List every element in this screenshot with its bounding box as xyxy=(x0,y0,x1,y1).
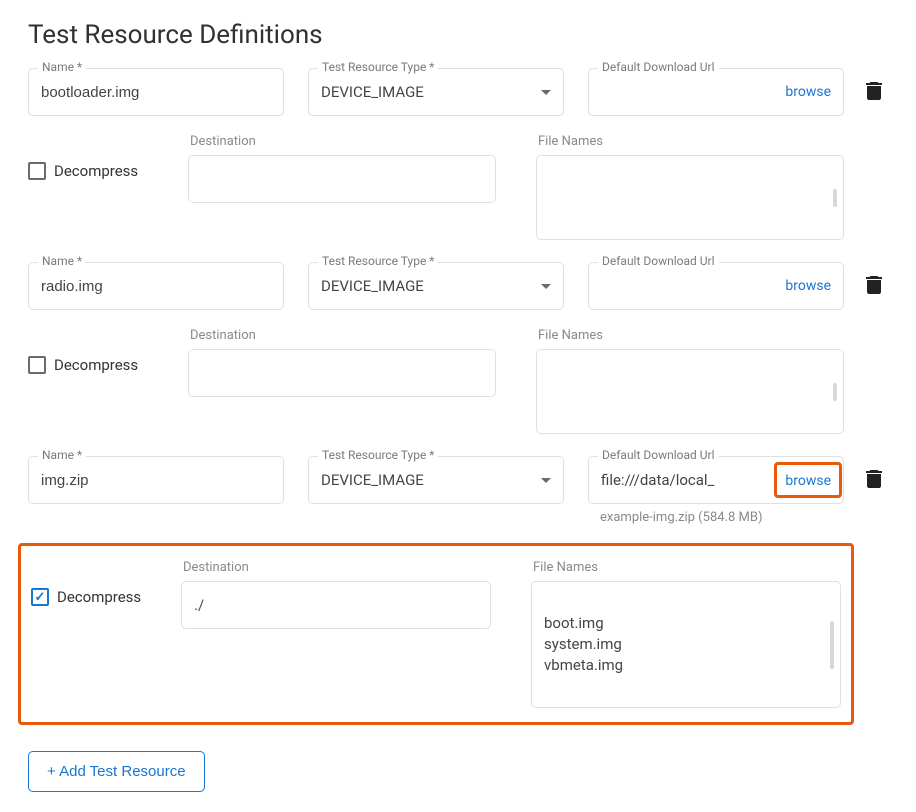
name-field-group: Name * xyxy=(28,68,284,116)
decompress-checkbox[interactable]: ✓ xyxy=(28,356,46,374)
download-url-input-wrap[interactable]: browse xyxy=(588,68,844,116)
download-url-value: file:///data/local_ xyxy=(601,471,785,489)
resource-type-select[interactable]: DEVICE_IMAGE xyxy=(308,456,564,504)
resource-row: Name * Test Resource Type * DEVICE_IMAGE… xyxy=(28,68,888,116)
decompress-checkbox[interactable]: ✓ xyxy=(31,588,49,606)
download-url-field-group: Default Download Url browse xyxy=(588,262,844,310)
resource-sub-row: ✓ Decompress Destination File Names xyxy=(28,134,888,240)
name-label: Name * xyxy=(38,254,86,268)
resource-row: Name * Test Resource Type * DEVICE_IMAGE… xyxy=(28,456,888,525)
filenames-textarea[interactable] xyxy=(536,155,844,240)
resource-row: Name * Test Resource Type * DEVICE_IMAGE… xyxy=(28,262,888,310)
trash-icon[interactable] xyxy=(866,276,882,294)
decompress-label: Decompress xyxy=(57,588,141,606)
filenames-label: File Names xyxy=(536,134,844,149)
destination-input[interactable] xyxy=(188,155,496,203)
browse-link[interactable]: browse xyxy=(785,278,831,294)
delete-column xyxy=(860,456,888,488)
download-url-label: Default Download Url xyxy=(598,254,719,268)
delete-column xyxy=(860,262,888,294)
destination-field: Destination ./ xyxy=(181,560,491,708)
name-input[interactable] xyxy=(41,472,271,489)
browse-highlight: browse xyxy=(774,462,842,498)
destination-input[interactable] xyxy=(188,349,496,397)
sub-fields: Destination File Names xyxy=(188,134,844,240)
sub-fields: Destination File Names xyxy=(188,328,844,434)
resource-type-field-group: Test Resource Type * DEVICE_IMAGE xyxy=(308,456,564,525)
destination-label: Destination xyxy=(188,328,496,343)
destination-field: Destination xyxy=(188,134,496,240)
browse-link[interactable]: browse xyxy=(785,473,831,489)
download-url-field-group: Default Download Url browse xyxy=(588,68,844,116)
decompress-label: Decompress xyxy=(54,162,138,180)
resource-type-value: DEVICE_IMAGE xyxy=(321,83,541,101)
resource-type-label: Test Resource Type * xyxy=(318,254,438,268)
destination-value: ./ xyxy=(194,596,204,614)
destination-field: Destination xyxy=(188,328,496,434)
chevron-down-icon xyxy=(541,284,551,289)
filenames-label: File Names xyxy=(536,328,844,343)
add-test-resource-button[interactable]: + Add Test Resource xyxy=(28,751,205,792)
download-url-label: Default Download Url xyxy=(598,448,719,462)
download-url-input-wrap[interactable]: browse xyxy=(588,262,844,310)
destination-input[interactable]: ./ xyxy=(181,581,491,629)
delete-column xyxy=(860,68,888,100)
resource-type-label: Test Resource Type * xyxy=(318,60,438,74)
name-label: Name * xyxy=(38,448,86,462)
filenames-field: File Names xyxy=(536,134,844,240)
trash-icon[interactable] xyxy=(866,470,882,488)
filenames-value: boot.img system.img vbmeta.img xyxy=(544,614,623,674)
decompress-label: Decompress xyxy=(54,356,138,374)
trash-icon[interactable] xyxy=(866,82,882,100)
name-field-group: Name * xyxy=(28,262,284,310)
chevron-down-icon xyxy=(541,90,551,95)
filenames-textarea[interactable]: boot.img system.img vbmeta.img xyxy=(531,581,841,708)
download-helper-text: example-img.zip (584.8 MB) xyxy=(588,510,844,525)
filenames-label: File Names xyxy=(531,560,841,575)
resource-type-field-group: Test Resource Type * DEVICE_IMAGE xyxy=(308,68,564,116)
filenames-field: File Names boot.img system.img vbmeta.im… xyxy=(531,560,841,708)
browse-link[interactable]: browse xyxy=(785,84,831,100)
resource-fields: Name * Test Resource Type * DEVICE_IMAGE… xyxy=(28,262,844,310)
name-field-group: Name * xyxy=(28,456,284,525)
download-url-field-group: Default Download Url file:///data/local_… xyxy=(588,456,844,525)
resource-sub-row: ✓ Decompress Destination ./ File Names b… xyxy=(31,560,841,708)
page-title: Test Resource Definitions xyxy=(28,20,888,50)
decompress-block: ✓ Decompress xyxy=(28,134,176,180)
decompress-block: ✓ Decompress xyxy=(31,560,169,606)
destination-label: Destination xyxy=(188,134,496,149)
download-url-label: Default Download Url xyxy=(598,60,719,74)
decompress-checkbox[interactable]: ✓ xyxy=(28,162,46,180)
resize-handle-icon[interactable] xyxy=(833,189,837,207)
sub-fields: Destination ./ File Names boot.img syste… xyxy=(181,560,841,708)
resource-type-value: DEVICE_IMAGE xyxy=(321,277,541,295)
chevron-down-icon xyxy=(541,478,551,483)
subrow-highlight: ✓ Decompress Destination ./ File Names b… xyxy=(18,543,854,725)
destination-label: Destination xyxy=(181,560,491,575)
resource-sub-row: ✓ Decompress Destination File Names xyxy=(28,328,888,434)
download-url-input-wrap[interactable]: file:///data/local_ browse xyxy=(588,456,844,504)
decompress-block: ✓ Decompress xyxy=(28,328,176,374)
resource-type-field-group: Test Resource Type * DEVICE_IMAGE xyxy=(308,262,564,310)
resource-type-value: DEVICE_IMAGE xyxy=(321,471,541,489)
name-input[interactable] xyxy=(41,84,271,101)
name-input[interactable] xyxy=(41,278,271,295)
resource-type-select[interactable]: DEVICE_IMAGE xyxy=(308,68,564,116)
resource-type-select[interactable]: DEVICE_IMAGE xyxy=(308,262,564,310)
resource-type-label: Test Resource Type * xyxy=(318,448,438,462)
resize-handle-icon[interactable] xyxy=(830,621,834,669)
resource-fields: Name * Test Resource Type * DEVICE_IMAGE… xyxy=(28,68,844,116)
resize-handle-icon[interactable] xyxy=(833,383,837,401)
name-label: Name * xyxy=(38,60,86,74)
filenames-field: File Names xyxy=(536,328,844,434)
filenames-textarea[interactable] xyxy=(536,349,844,434)
resource-fields: Name * Test Resource Type * DEVICE_IMAGE… xyxy=(28,456,844,525)
